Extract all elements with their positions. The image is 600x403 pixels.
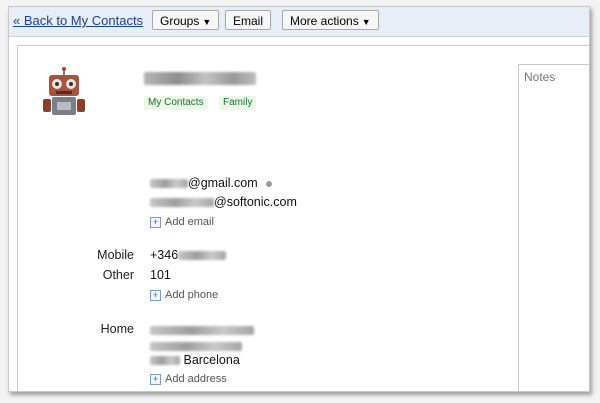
notes-pane[interactable]: Notes — [518, 64, 589, 391]
add-address-label: Add address — [165, 373, 227, 385]
add-address-link[interactable]: + Add address — [150, 373, 227, 385]
chevron-down-icon: ▼ — [202, 17, 212, 27]
address-label-home: Home — [100, 322, 134, 336]
redacted-text — [150, 342, 242, 352]
phone-mobile-value: +346 — [150, 248, 179, 262]
address-city: Barcelona — [183, 353, 240, 367]
redacted-text — [150, 179, 188, 189]
address-line-3[interactable]: Barcelona — [150, 353, 240, 367]
contact-window: « Back to My Contacts Groups ▼ Email More… — [8, 6, 590, 392]
email-button-label: Email — [233, 14, 264, 28]
notes-label: Notes — [524, 70, 556, 84]
address-line-2[interactable] — [150, 339, 242, 353]
add-email-link[interactable]: + Add email — [150, 216, 214, 228]
phone-mobile[interactable]: +346 — [150, 248, 227, 262]
redacted-text — [150, 326, 254, 336]
email-button[interactable]: Email — [225, 10, 272, 30]
plus-icon: + — [150, 289, 161, 301]
group-tag-family[interactable]: Family — [219, 96, 257, 110]
phone-label-other: Other — [102, 268, 134, 282]
address-line-1[interactable] — [150, 323, 254, 337]
more-actions-button[interactable]: More actions ▼ — [282, 10, 379, 30]
phone-label-mobile: Mobile — [97, 248, 134, 262]
add-email-label: Add email — [165, 216, 214, 228]
more-actions-button-label: More actions — [290, 14, 359, 28]
email-primary-domain: @gmail.com — [188, 176, 258, 190]
group-tag-my-contacts[interactable]: My Contacts — [144, 96, 208, 110]
groups-button-label: Groups — [160, 14, 200, 28]
contact-details-panel: My Contacts Family @gmail.com @softonic.… — [17, 45, 589, 391]
redacted-text — [150, 356, 180, 366]
contact-name-redacted — [144, 72, 256, 85]
email-primary[interactable]: @gmail.com — [150, 176, 272, 190]
plus-icon: + — [150, 216, 161, 228]
email-secondary[interactable]: @softonic.com — [150, 195, 297, 209]
chevron-down-icon: ▼ — [361, 17, 371, 27]
groups-button[interactable]: Groups ▼ — [152, 10, 220, 30]
toolbar: « Back to My Contacts Groups ▼ Email More… — [9, 7, 589, 37]
status-dot-icon — [265, 180, 272, 187]
plus-icon: + — [150, 373, 161, 385]
back-to-contacts-link[interactable]: « Back to My Contacts — [13, 13, 143, 28]
phone-other[interactable]: 101 — [150, 268, 171, 282]
add-phone-link[interactable]: + Add phone — [150, 289, 218, 301]
avatar — [38, 66, 90, 118]
redacted-text — [150, 198, 214, 208]
redacted-text — [178, 251, 227, 261]
email-secondary-domain: @softonic.com — [214, 195, 297, 209]
add-phone-label: Add phone — [165, 289, 219, 301]
